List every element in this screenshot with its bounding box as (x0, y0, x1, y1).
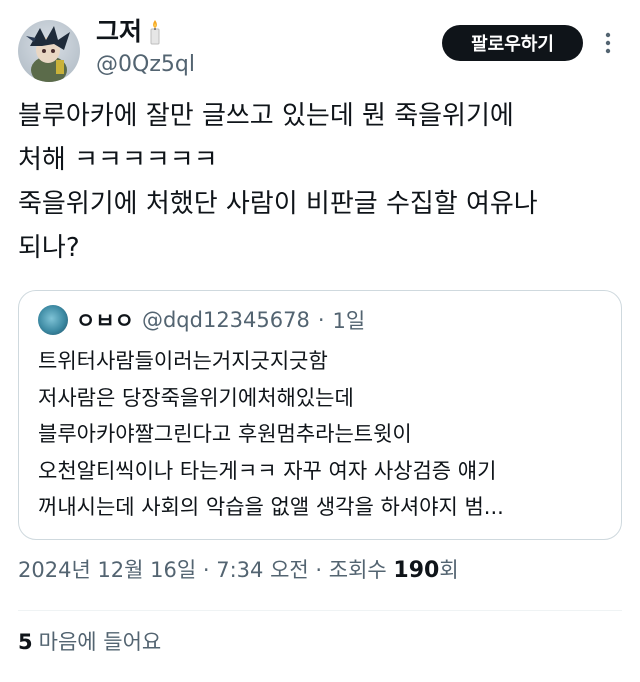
quote-line: 저사람은 당장죽을위기에처해있는데 (38, 385, 354, 410)
meta-separator: · (196, 558, 217, 582)
more-options-icon[interactable] (600, 30, 616, 56)
likes-count: 5 (18, 630, 33, 654)
views-label: 조회수 (328, 558, 394, 582)
follow-button[interactable]: 팔로우하기 (442, 25, 583, 61)
candle-icon (148, 19, 162, 45)
author-handle[interactable]: @0Qz5ql (96, 50, 195, 80)
tweet-text: 블루아카에 잘만 글쓰고 있는데 뭔 죽을위기에 처해 ㅋㅋㅋㅋㅋㅋ 죽을위기에… (18, 94, 628, 270)
quoted-time: 1일 (332, 309, 366, 333)
tweet-date[interactable]: 2024년 12월 16일 (18, 554, 196, 584)
quoted-author-handle: @dqd12345678 (141, 308, 310, 332)
likes-summary[interactable]: 5 마음에 들어요 (18, 626, 161, 656)
quoted-author-name: ㅇㅂㅇ (76, 309, 134, 333)
author-header: 그저 @0Qz5ql (96, 16, 195, 80)
tweet-time[interactable]: 7:34 오전 (216, 554, 308, 584)
quoted-tweet[interactable]: ㅇㅂㅇ @dqd12345678 · 1일 트위터사람들이러는거지긋지긋함 저사… (18, 290, 622, 540)
tweet: 그저 @0Qz5ql 팔로우하기 블루아카에 잘만 글쓰고 있는데 뭔 죽을위기… (0, 0, 640, 682)
meta-separator: · (308, 558, 329, 582)
quote-line: 꺼내시는데 사회의 악습을 없앨 생각을 하셔야지 범... (38, 495, 504, 519)
quoted-tweet-text: 트위터사람들이러는거지긋지긋함 저사람은 당장죽을위기에처해있는데 블루아카야짤… (38, 343, 608, 526)
quote-line: 트위터사람들이러는거지긋지긋함 (38, 349, 328, 373)
tweet-line: 죽을위기에 처했단 사람이 비판글 수집할 여유나 (18, 189, 538, 219)
tweet-line: 되나? (18, 233, 80, 263)
quoted-tweet-header: ㅇㅂㅇ @dqd12345678 · 1일 (38, 305, 365, 335)
author-display-name[interactable]: 그저 (96, 16, 195, 48)
quoted-separator: · (317, 308, 325, 332)
tweet-line: 처해 ㅋㅋㅋㅋㅋㅋ (18, 145, 218, 175)
quote-line: 오천알티씩이나 타는게ㅋㅋ 자꾸 여자 사상검증 얘기 (38, 458, 497, 483)
views-suffix: 회 (439, 558, 459, 582)
tweet-line: 블루아카에 잘만 글쓰고 있는데 뭔 죽을위기에 (18, 101, 514, 131)
avatar-image (26, 26, 70, 82)
author-avatar[interactable] (18, 20, 80, 82)
likes-label: 마음에 들어요 (38, 630, 162, 654)
divider (18, 610, 622, 611)
display-name-text: 그저 (96, 17, 143, 46)
quoted-author-avatar (38, 305, 68, 335)
tweet-meta: 2024년 12월 16일 · 7:34 오전 · 조회수 190 회 (18, 554, 459, 584)
quote-line: 블루아카야짤그린다고 후원멈추라는트윗이 (38, 422, 412, 446)
views-count: 190 (393, 558, 440, 583)
